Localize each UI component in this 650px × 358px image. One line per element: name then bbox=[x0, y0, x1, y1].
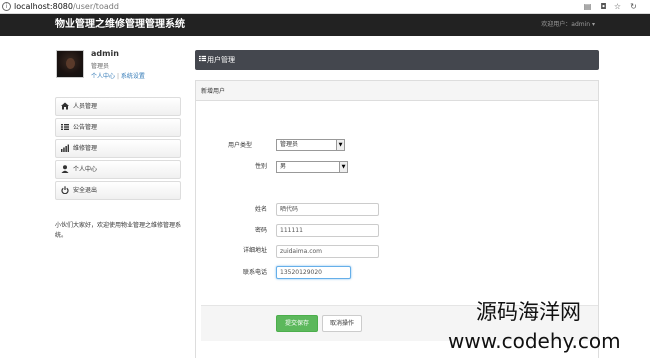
dropdown-arrow-icon: ▼ bbox=[336, 140, 344, 150]
sidebar-item-staff[interactable]: 人员管理 bbox=[55, 97, 181, 116]
password-label: 密码 bbox=[254, 227, 267, 234]
personal-center-link[interactable]: 个人中心 bbox=[91, 73, 115, 80]
sidebar-item-repairs[interactable]: 维修管理 bbox=[55, 139, 181, 158]
user-type-label: 用户类型 bbox=[227, 142, 252, 149]
dropdown-arrow-icon: ▼ bbox=[339, 162, 347, 172]
password-input[interactable]: 111111 bbox=[276, 224, 379, 237]
link-separator: | bbox=[116, 73, 119, 80]
sidebar-item-label: 公告管理 bbox=[73, 124, 98, 131]
panel-header: 用户管理 bbox=[195, 50, 599, 70]
sidebar-item-label: 安全退出 bbox=[73, 187, 98, 194]
profile-links: 个人中心 | 系统设置 bbox=[91, 71, 145, 80]
watermark-title: 源码海洋网 bbox=[476, 300, 581, 324]
sidebar-item-label: 人员管理 bbox=[73, 103, 98, 110]
name-label: 姓名 bbox=[254, 206, 267, 213]
welcome-note: 小伙们大家好，欢迎使用物业管理之维修管理系统。 bbox=[55, 222, 182, 239]
list-icon bbox=[199, 55, 206, 65]
list-icon bbox=[61, 123, 69, 132]
sidebar-item-label: 个人中心 bbox=[73, 166, 98, 173]
refresh-icon[interactable]: ↻ bbox=[629, 2, 638, 11]
user-menu-dropdown[interactable]: 欢迎用户：admin ▾ bbox=[541, 20, 595, 30]
bar-chart-icon bbox=[61, 144, 69, 153]
phone-input[interactable]: 13520129020 bbox=[276, 266, 351, 279]
app-brand[interactable]: 物业管理之维修管理管理系统 bbox=[55, 18, 185, 32]
gender-value: 男 bbox=[280, 163, 287, 170]
home-icon bbox=[61, 102, 69, 111]
sidebar-item-personal[interactable]: 个人中心 bbox=[55, 160, 181, 179]
watermark-url: www.codehy.com bbox=[448, 329, 621, 353]
address-label: 详细地址 bbox=[242, 247, 267, 254]
info-icon[interactable]: i bbox=[2, 2, 11, 11]
sidebar-item-logout[interactable]: 安全退出 bbox=[55, 181, 181, 200]
url-host: localhost:8080 bbox=[14, 2, 73, 11]
panel-title: 用户管理 bbox=[207, 56, 235, 64]
sidebar-nav: 人员管理 公告管理 维修管理 个人中心 安全退出 bbox=[55, 97, 181, 202]
avatar bbox=[56, 50, 84, 78]
pocket-icon[interactable]: ◘ bbox=[599, 2, 608, 11]
bookmark-star-icon[interactable]: ☆ bbox=[613, 2, 622, 11]
browser-address-bar: i localhost:8080/user/toadd ▤ ◘ ☆ ↻ bbox=[0, 0, 650, 14]
cancel-button[interactable]: 取消操作 bbox=[322, 315, 362, 332]
system-settings-link[interactable]: 系统设置 bbox=[121, 73, 145, 80]
user-type-select[interactable]: 管理员 ▼ bbox=[276, 139, 345, 151]
form-title: 新增用户 bbox=[201, 88, 226, 95]
form-header: 新增用户 bbox=[196, 81, 598, 101]
user-icon bbox=[61, 165, 69, 174]
top-navbar: 物业管理之维修管理管理系统 欢迎用户：admin ▾ bbox=[0, 14, 650, 36]
sidebar-item-notices[interactable]: 公告管理 bbox=[55, 118, 181, 137]
name-input[interactable]: 晒代码 bbox=[276, 203, 379, 216]
profile-name: admin bbox=[91, 49, 119, 58]
gender-select[interactable]: 男 ▼ bbox=[276, 161, 348, 173]
sidebar-item-label: 维修管理 bbox=[73, 145, 98, 152]
power-icon bbox=[61, 186, 69, 195]
profile-role: 管理员 bbox=[91, 63, 110, 70]
submit-button[interactable]: 提交保存 bbox=[276, 315, 318, 332]
url-path: /user/toadd bbox=[72, 2, 119, 11]
phone-label: 联系电话 bbox=[242, 269, 267, 276]
url-field[interactable]: localhost:8080/user/toadd bbox=[14, 1, 119, 13]
gender-label: 性别 bbox=[254, 163, 267, 170]
reader-view-icon[interactable]: ▤ bbox=[583, 2, 592, 11]
address-input[interactable]: zuidaima.com bbox=[276, 245, 379, 258]
user-type-value: 管理员 bbox=[280, 141, 299, 148]
